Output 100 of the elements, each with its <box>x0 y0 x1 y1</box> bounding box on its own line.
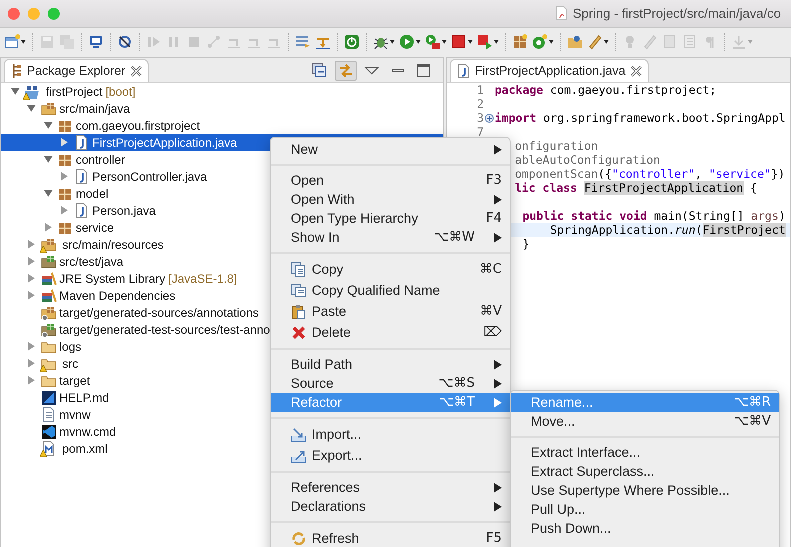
menu-item[interactable]: Source ⌥⌘S <box>271 374 510 393</box>
play-toolbox-icon <box>425 34 441 50</box>
collapsed-arrow-icon[interactable] <box>27 359 36 368</box>
tree-item[interactable]: com.gaeyou.firstproject <box>1 117 443 134</box>
menu-item[interactable]: Copy ⌘C <box>271 259 510 280</box>
new-window-icon <box>4 34 20 50</box>
collapsed-arrow-icon[interactable] <box>27 376 36 385</box>
collapsed-arrow-icon[interactable] <box>27 291 36 300</box>
java-file-icon <box>74 168 90 184</box>
tree-item-label: src/main/java <box>60 102 130 116</box>
tree-item-label: service <box>76 220 114 234</box>
zoom-window-button[interactable] <box>48 8 60 20</box>
tree-item-label: target/generated-sources/annotations <box>60 306 259 320</box>
code-line: ableAutoConfiguration <box>514 153 660 167</box>
code-line: } <box>522 237 530 251</box>
menu-item[interactable]: Open With <box>271 190 510 209</box>
line-number: 7 <box>476 125 484 139</box>
package-folder-icon <box>40 304 56 320</box>
line-number: 1 <box>476 83 484 97</box>
expanded-arrow-icon[interactable] <box>44 155 52 164</box>
vscode-file-icon <box>40 424 56 440</box>
collapsed-arrow-icon[interactable] <box>27 274 36 283</box>
code-line: package com.gaeyou.firstproject; <box>495 83 717 97</box>
close-icon[interactable] <box>630 66 642 76</box>
tree-item[interactable]: firstProject [boot] <box>1 83 443 100</box>
tree-item-label: JRE System Library <box>60 272 166 286</box>
expand-fold-icon[interactable] <box>485 114 494 122</box>
download-icon <box>731 34 747 50</box>
java-file-icon <box>458 64 470 78</box>
expanded-arrow-icon[interactable] <box>44 121 52 130</box>
folder-icon <box>567 34 583 50</box>
menu-item[interactable]: Push Down... <box>511 519 779 538</box>
link-arrows-icon <box>338 62 354 78</box>
tree-item-tag: [boot] <box>106 84 136 98</box>
expanded-arrow-icon[interactable] <box>27 104 36 113</box>
menu-item[interactable]: Extract Interface... <box>511 443 779 462</box>
tree-item[interactable]: src/main/java <box>1 100 443 117</box>
collapsed-arrow-icon[interactable] <box>60 206 69 215</box>
expanded-arrow-icon[interactable] <box>10 87 20 96</box>
menu-item[interactable]: Use Supertype Where Possible... <box>511 481 779 500</box>
tree-item-label: src <box>62 356 78 370</box>
tree-item-label: src/test/java <box>60 254 124 268</box>
tree-item-label: model <box>76 186 109 200</box>
tree-item-label: firstProject <box>46 84 103 98</box>
code-line: import org.springframework.boot.SpringAppl <box>495 111 786 125</box>
stacked-lines-icon <box>295 34 311 50</box>
menu-item[interactable]: Extract Superclass... <box>511 462 779 481</box>
markdown-file-icon <box>40 390 56 406</box>
tree-item-label: com.gaeyou.firstproject <box>76 118 200 132</box>
package-folder-icon <box>40 100 56 116</box>
floppy-disks-icon <box>59 34 75 50</box>
power-icon <box>344 34 360 50</box>
crossed-circle-icon <box>117 34 133 50</box>
menu-item[interactable]: Build Path <box>271 355 510 374</box>
test-folder-icon <box>40 322 56 338</box>
menu-item[interactable]: Open F3 <box>271 171 510 190</box>
menu-item[interactable]: Move... ⌥⌘V <box>511 412 779 431</box>
close-window-button[interactable] <box>8 8 20 20</box>
collapsed-arrow-icon[interactable] <box>60 172 69 181</box>
document-icon <box>662 34 678 50</box>
tree-item-label: Person.java <box>92 204 156 218</box>
line-number: 3 <box>476 111 484 125</box>
menu-item[interactable]: References <box>271 478 510 497</box>
play-icon <box>399 34 415 50</box>
collapsed-arrow-icon[interactable] <box>44 223 52 232</box>
tree-item-label: mvnw.cmd <box>60 424 116 438</box>
tree-item-label: PersonController.java <box>92 170 208 184</box>
package-folder-icon <box>40 236 56 252</box>
document-icon <box>556 6 568 21</box>
stop-play-icon <box>477 34 493 50</box>
tree-item-label: target/generated-test-sources/test-anno <box>60 322 270 336</box>
delete-icon <box>291 324 307 340</box>
editor-tab[interactable]: FirstProjectApplication.java <box>450 59 649 82</box>
menu-item[interactable]: Pull Up... <box>511 500 779 519</box>
collapsed-arrow-icon[interactable] <box>27 240 36 249</box>
circle-plus-icon <box>532 34 548 50</box>
clipboard-icon <box>291 304 307 320</box>
close-icon[interactable] <box>130 66 142 76</box>
tree-item-tag: [JavaSE-1.8] <box>168 272 238 286</box>
view-tab[interactable]: Package Explorer <box>4 59 149 82</box>
tree-item-label: HELP.md <box>60 390 110 404</box>
menu-item[interactable]: Declarations <box>271 497 510 516</box>
menu-item[interactable]: Import... <box>271 424 510 445</box>
line-number: 2 <box>476 97 484 111</box>
maven-file-icon <box>40 440 56 456</box>
menu-item[interactable]: Copy Qualified Name <box>271 280 510 301</box>
menu-item[interactable]: Export... <box>271 445 510 466</box>
expanded-arrow-icon[interactable] <box>44 189 52 198</box>
menu-item[interactable]: Show In ⌥⌘W <box>271 228 510 247</box>
menu-item[interactable]: Open Type Hierarchy F4 <box>271 209 510 228</box>
maximize-icon <box>416 62 432 78</box>
collapsed-arrow-icon[interactable] <box>27 257 36 266</box>
copy-icon <box>291 262 307 278</box>
pen-icon <box>587 34 603 50</box>
collapsed-arrow-icon[interactable] <box>27 342 36 351</box>
collapse-all-icon <box>312 62 328 78</box>
menu-item[interactable]: Paste ⌘V <box>271 301 510 322</box>
java-file-icon <box>74 202 90 218</box>
collapsed-arrow-icon[interactable] <box>60 138 69 147</box>
menu-item[interactable]: Refresh F5 <box>271 528 510 547</box>
